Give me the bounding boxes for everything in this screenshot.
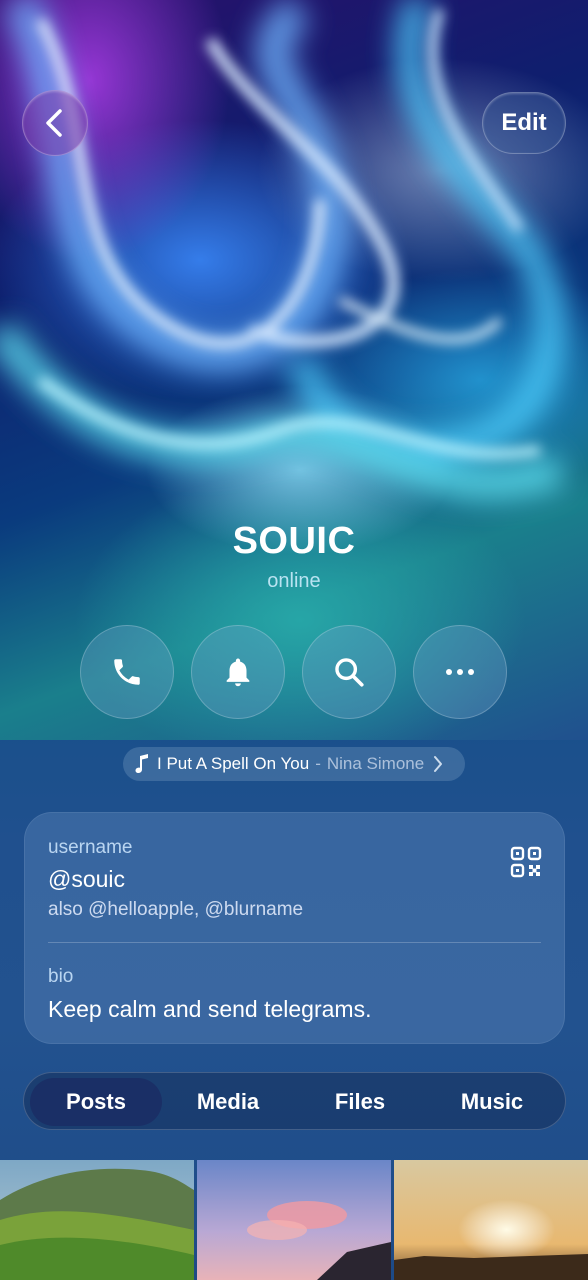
chevron-left-icon bbox=[46, 109, 62, 137]
post-thumbnail[interactable] bbox=[394, 1160, 588, 1280]
search-icon bbox=[335, 658, 364, 687]
profile-status: online bbox=[267, 570, 321, 592]
profile-music-pill[interactable]: I Put A Spell On You - Nina Simone bbox=[123, 747, 465, 781]
username-aliases[interactable]: also @helloapple, @blurname bbox=[48, 899, 303, 921]
edit-button[interactable]: Edit bbox=[482, 92, 566, 154]
profile-tabs: Posts Media Files Music bbox=[23, 1072, 566, 1130]
qr-code-button[interactable] bbox=[510, 846, 542, 878]
bell-icon bbox=[226, 658, 250, 687]
tab-music[interactable]: Music bbox=[426, 1078, 558, 1126]
more-button[interactable] bbox=[413, 625, 507, 719]
post-thumbnail[interactable] bbox=[197, 1160, 391, 1280]
info-divider bbox=[48, 942, 541, 943]
music-note-icon bbox=[135, 754, 148, 773]
tab-media[interactable]: Media bbox=[162, 1078, 294, 1126]
qr-code-icon bbox=[510, 846, 542, 878]
music-title: I Put A Spell On You bbox=[157, 754, 310, 773]
call-button[interactable] bbox=[80, 625, 174, 719]
mute-button[interactable] bbox=[191, 625, 285, 719]
music-artist: Nina Simone bbox=[326, 754, 425, 773]
bio-label: bio bbox=[48, 966, 74, 987]
sunset-clouds-image bbox=[197, 1160, 391, 1280]
landscape-hills-image bbox=[0, 1160, 194, 1280]
music-separator: - bbox=[315, 754, 321, 773]
phone-icon bbox=[114, 659, 140, 685]
more-icon bbox=[446, 669, 474, 675]
post-thumbnail[interactable] bbox=[0, 1160, 194, 1280]
profile-actions bbox=[80, 625, 510, 719]
username-value[interactable]: @souic bbox=[48, 866, 125, 893]
search-button[interactable] bbox=[302, 625, 396, 719]
back-button[interactable] bbox=[22, 90, 88, 156]
profile-info-card: username @souic also @helloapple, @blurn… bbox=[24, 812, 565, 1044]
tab-posts[interactable]: Posts bbox=[30, 1078, 162, 1126]
chevron-right-icon bbox=[434, 756, 443, 772]
profile-screen: Edit SOUIC online I Put A Spell On You -… bbox=[0, 0, 588, 1280]
profile-name: SOUIC bbox=[232, 520, 356, 562]
sunset-field-image bbox=[394, 1160, 588, 1280]
username-label: username bbox=[48, 837, 133, 858]
tab-files[interactable]: Files bbox=[294, 1078, 426, 1126]
bio-value: Keep calm and send telegrams. bbox=[48, 996, 372, 1022]
